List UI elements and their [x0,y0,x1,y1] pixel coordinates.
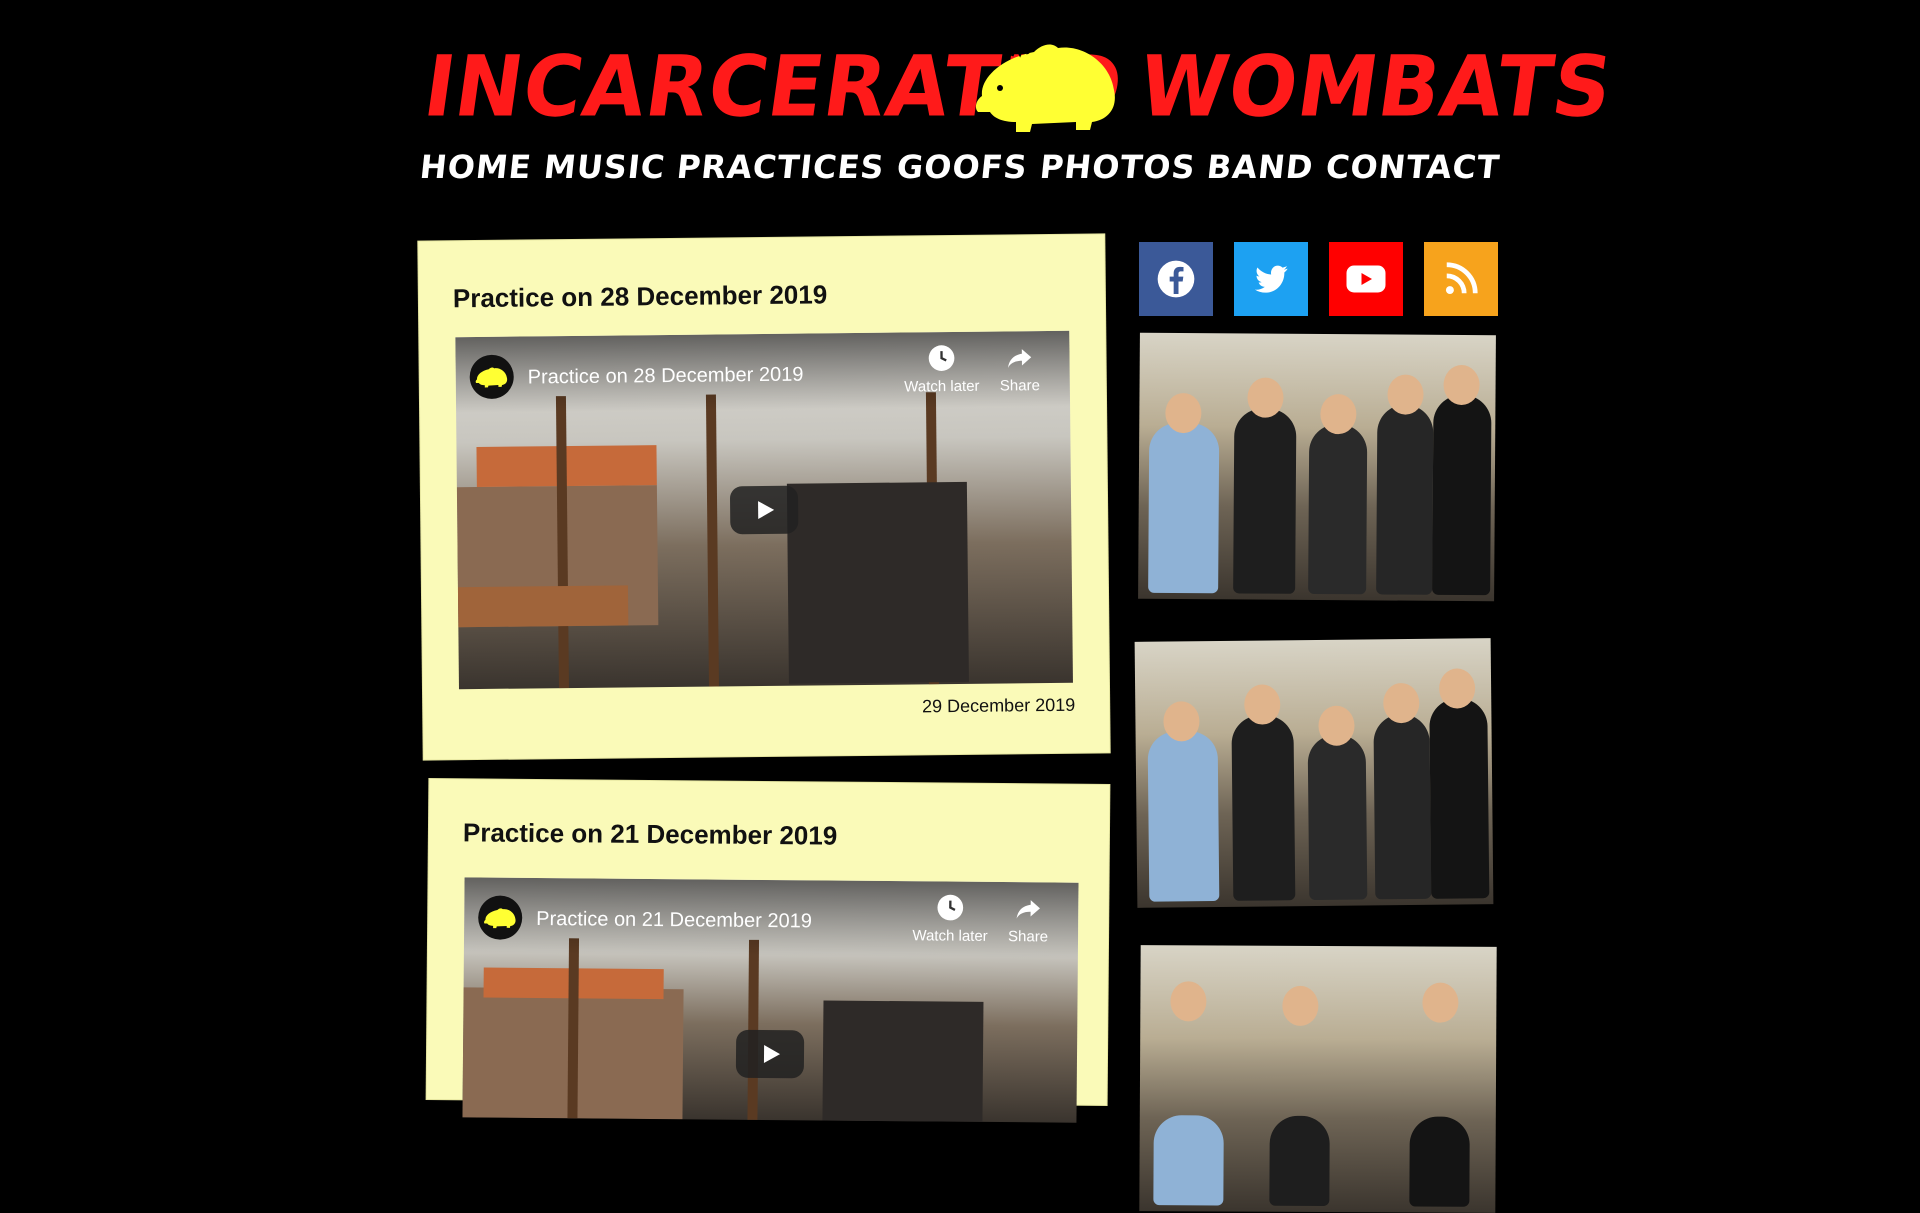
nav-goofs[interactable]: GOOFS [895,148,1030,186]
main-nav: HOME MUSIC PRACTICES GOOFS PHOTOS BAND C… [418,142,1502,192]
band-member-head [1163,701,1200,742]
site-header: INCARCERATED WOMBATS [418,38,1618,138]
band-member [1373,713,1432,900]
band-member-head [1244,684,1281,725]
scene-desk [457,585,629,628]
post-date: 29 December 2019 [921,694,1076,717]
twitter-icon [1255,265,1288,293]
rss-icon [1445,262,1478,295]
band-member [1432,394,1492,596]
facebook-button[interactable] [1139,242,1213,316]
band-member [1147,731,1220,902]
band-member-head [1170,981,1207,1022]
band-member [1153,1115,1224,1206]
watch-later-button[interactable]: Watch later [910,893,990,945]
nav-home[interactable]: HOME [418,148,534,186]
youtube-button[interactable] [1329,242,1403,316]
share-button[interactable]: Share [979,343,1060,395]
scene-gear [786,481,969,684]
share-icon [979,343,1059,374]
wombat-icon [484,908,516,929]
play-button[interactable] [729,485,799,535]
nav-photos[interactable]: PHOTOS [1038,148,1198,186]
twitter-button[interactable] [1234,242,1308,316]
post-card: Practice on 28 December 2019 Practice on… [418,234,1110,760]
band-member-head [1387,374,1424,415]
rss-button[interactable] [1424,242,1498,316]
scene-post [555,396,569,689]
clock-icon [910,893,990,924]
nav-contact[interactable]: CONTACT [1324,148,1502,186]
share-icon [988,894,1068,925]
watch-later-button[interactable]: Watch later [901,344,982,396]
band-photo[interactable] [1139,945,1497,1213]
scene-post [705,394,719,687]
band-member [1409,1116,1470,1207]
band-member [1308,423,1368,595]
post-title[interactable]: Practice on 28 December 2019 [453,279,828,314]
share-button[interactable]: Share [988,894,1068,946]
band-photo[interactable] [1138,332,1496,602]
band-member-head [1247,377,1284,418]
nav-band[interactable]: BAND [1205,148,1315,186]
post-card: Practice on 21 December 2019 Practice on… [426,779,1110,1123]
band-member [1233,408,1297,594]
nav-practices[interactable]: PRACTICES [675,148,886,186]
facebook-icon [1157,260,1195,298]
clock-icon [901,344,981,375]
band-member [1231,715,1296,901]
site-name-left[interactable]: INCARCERATED [418,38,1129,136]
band-member [1307,734,1368,901]
band-member [1429,698,1490,899]
scene-post [567,938,580,1119]
channel-avatar[interactable] [469,354,514,400]
watch-later-label: Watch later [912,927,988,945]
scene-gear [822,1000,984,1122]
post-title[interactable]: Practice on 21 December 2019 [463,817,838,851]
band-member-head [1443,364,1480,406]
band-member-head [1438,668,1476,709]
band-member-head [1282,985,1319,1027]
share-label: Share [999,377,1040,395]
band-member-head [1383,682,1420,724]
wombat-icon [475,367,508,388]
band-member-head [1165,392,1202,434]
band-member-head [1422,982,1459,1023]
band-photo[interactable] [1134,638,1494,908]
band-member [1269,1115,1330,1207]
band-member-head [1318,705,1355,746]
video-title[interactable]: Practice on 28 December 2019 [528,364,804,390]
site-name-right[interactable]: WOMBATS [1133,38,1618,136]
wombat-icon[interactable] [972,38,1122,133]
watch-later-label: Watch later [904,377,980,396]
video-embed[interactable]: Practice on 21 December 2019 Watch later… [462,877,1079,1123]
band-member [1148,422,1220,594]
video-title[interactable]: Practice on 21 December 2019 [536,908,812,933]
youtube-icon [1346,265,1386,293]
band-member [1376,404,1434,595]
nav-music[interactable]: MUSIC [542,148,667,186]
band-member-head [1320,394,1357,435]
play-button[interactable] [735,1029,805,1079]
share-label: Share [1007,928,1049,946]
video-embed[interactable]: Practice on 28 December 2019 Watch later… [455,330,1073,690]
channel-avatar[interactable] [478,895,523,940]
